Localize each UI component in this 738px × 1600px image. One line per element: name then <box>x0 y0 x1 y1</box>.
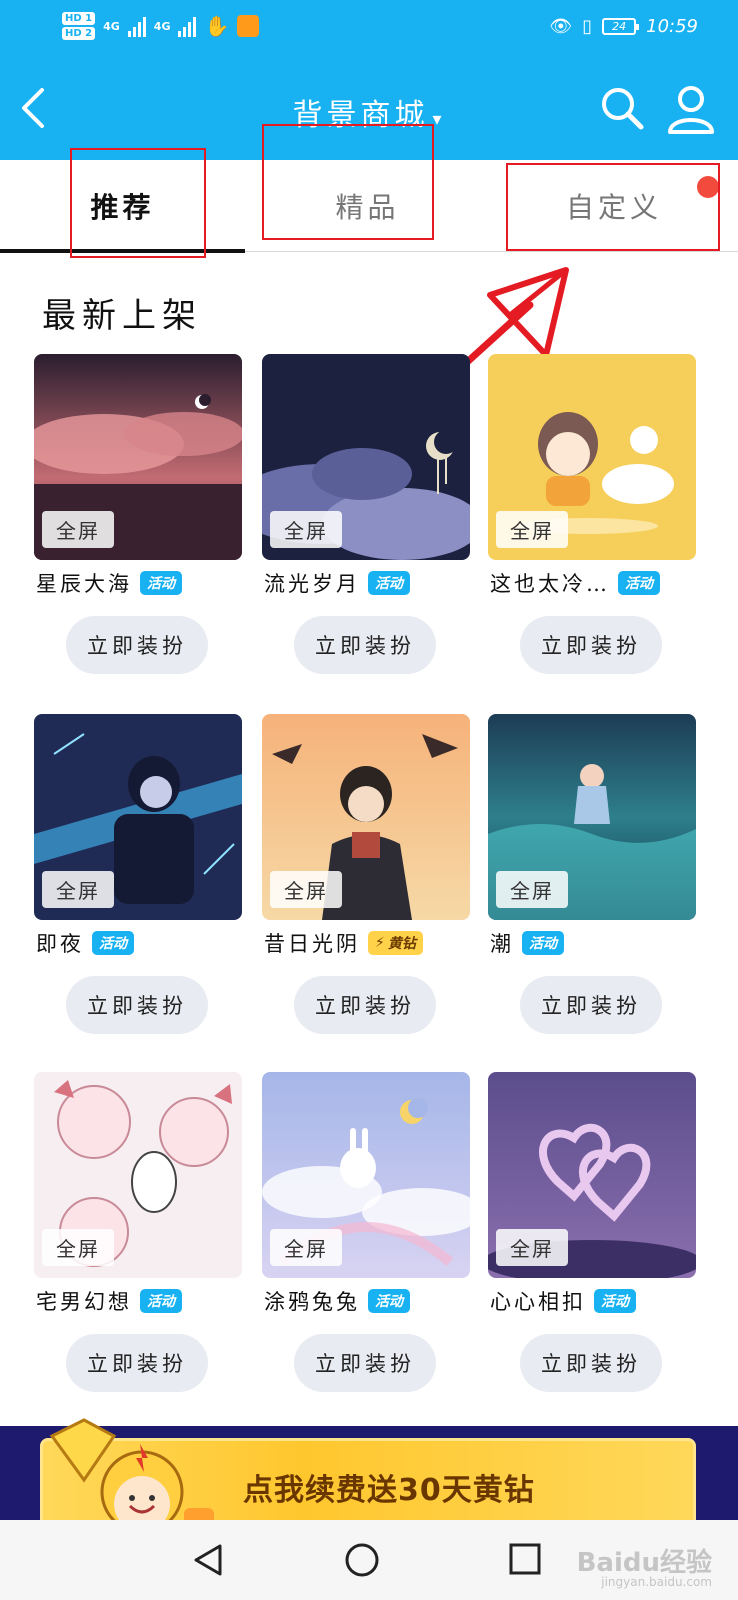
theme-card[interactable]: 全屏 流光岁月 活动 立即装扮 <box>262 354 470 674</box>
theme-meta: 流光岁月 活动 <box>264 568 504 598</box>
home-circle-icon[interactable] <box>344 1542 380 1578</box>
theme-meta: 涂鸦兔兔 活动 <box>264 1286 504 1316</box>
theme-card[interactable]: 全屏 昔日光阴 ⚡ 黄钻 立即装扮 <box>262 714 470 1034</box>
theme-thumbnail[interactable]: 全屏 <box>262 1072 470 1278</box>
theme-name: 涂鸦兔兔 <box>264 1290 360 1314</box>
fullscreen-badge: 全屏 <box>270 1229 342 1266</box>
fullscreen-badge: 全屏 <box>42 871 114 908</box>
activity-tag: 活动 <box>92 931 134 955</box>
theme-card[interactable]: 全屏 涂鸦兔兔 活动 立即装扮 <box>262 1072 470 1392</box>
baidu-watermark: Baidu经验 jingyan.baidu.com <box>577 1542 712 1589</box>
hand-icon: ✋ <box>204 14 230 38</box>
theme-thumbnail[interactable]: 全屏 <box>262 714 470 920</box>
activity-tag: 活动 <box>140 571 182 595</box>
theme-name: 流光岁月 <box>264 572 360 596</box>
annotation-box-recommend <box>70 148 206 258</box>
status-bar: HD 1 HD 2 4G 4G ✋ 👁 ▯ 24 10:59 <box>0 0 738 60</box>
theme-thumbnail[interactable]: 全屏 <box>262 354 470 560</box>
activity-tag: 活动 <box>140 1289 182 1313</box>
gold-diamond-label: 黄钻 <box>387 936 416 952</box>
battery-level: 24 <box>612 20 627 33</box>
theme-thumbnail[interactable]: 全屏 <box>34 354 242 560</box>
theme-thumbnail[interactable]: 全屏 <box>34 714 242 920</box>
activity-tag: 活动 <box>368 1289 410 1313</box>
section-title: 最新上架 <box>42 296 202 336</box>
eye-icon: 👁 <box>549 16 573 37</box>
theme-name: 星辰大海 <box>36 572 132 596</box>
theme-meta: 宅男幻想 活动 <box>36 1286 276 1316</box>
dress-up-button[interactable]: 立即装扮 <box>66 976 208 1034</box>
fullscreen-badge: 全屏 <box>496 871 568 908</box>
theme-name: 即夜 <box>36 932 84 956</box>
signal-icon <box>127 15 146 37</box>
theme-thumbnail[interactable]: 全屏 <box>488 714 696 920</box>
activity-tag: 活动 <box>618 571 660 595</box>
theme-meta: 昔日光阴 ⚡ 黄钻 <box>264 928 504 958</box>
status-right: 👁 ▯ 24 10:59 <box>549 16 698 37</box>
fullscreen-badge: 全屏 <box>270 511 342 548</box>
activity-tag: 活动 <box>594 1289 636 1313</box>
dress-up-button[interactable]: 立即装扮 <box>520 1334 662 1392</box>
theme-meta: 这也太冷… 活动 <box>490 568 730 598</box>
fullscreen-badge: 全屏 <box>496 511 568 548</box>
chevron-down-icon: ▾ <box>432 109 446 130</box>
dress-up-button[interactable]: 立即装扮 <box>294 976 436 1034</box>
theme-card[interactable]: 全屏 星辰大海 活动 立即装扮 <box>34 354 242 674</box>
activity-tag: 活动 <box>368 571 410 595</box>
battery-icon: 24 <box>602 18 640 35</box>
fullscreen-badge: 全屏 <box>496 1229 568 1266</box>
theme-thumbnail[interactable]: 全屏 <box>488 354 696 560</box>
dress-up-button[interactable]: 立即装扮 <box>294 1334 436 1392</box>
dress-up-button[interactable]: 立即装扮 <box>520 976 662 1034</box>
theme-card[interactable]: 全屏 潮 活动 立即装扮 <box>488 714 696 1034</box>
watermark-brand: Baidu经验 <box>576 1548 712 1578</box>
dress-up-button[interactable]: 立即装扮 <box>520 616 662 674</box>
fullscreen-badge: 全屏 <box>42 511 114 548</box>
dress-up-button[interactable]: 立即装扮 <box>66 1334 208 1392</box>
theme-name: 这也太冷… <box>490 572 610 596</box>
theme-thumbnail[interactable]: 全屏 <box>34 1072 242 1278</box>
theme-card[interactable]: 全屏 即夜 活动 立即装扮 <box>34 714 242 1034</box>
theme-name: 昔日光阴 <box>264 932 360 956</box>
theme-thumbnail[interactable]: 全屏 <box>488 1072 696 1278</box>
network-label-1: 4G <box>103 19 120 33</box>
banner-text: 点我续费送30天黄钻 <box>243 1473 535 1508</box>
theme-meta: 潮 活动 <box>490 928 730 958</box>
theme-card[interactable]: 全屏 宅男幻想 活动 立即装扮 <box>34 1072 242 1392</box>
theme-card[interactable]: 全屏 这也太冷… 活动 立即装扮 <box>488 354 696 674</box>
user-icon[interactable] <box>664 82 718 136</box>
fullscreen-badge: 全屏 <box>42 1229 114 1266</box>
lightning-icon: ⚡ <box>375 935 385 951</box>
annotation-box-premium <box>262 124 434 240</box>
fullscreen-badge: 全屏 <box>270 871 342 908</box>
status-left: HD 1 HD 2 4G 4G ✋ <box>62 12 260 40</box>
annotation-box-custom <box>506 163 720 251</box>
hd2-label: HD 2 <box>62 27 96 40</box>
app-badge-icon <box>237 15 260 37</box>
network-label-2: 4G <box>153 19 171 33</box>
signal-icon-2 <box>178 15 197 37</box>
vibrate-icon: ▯ <box>582 16 593 37</box>
theme-name: 心心相扣 <box>490 1290 586 1314</box>
back-triangle-icon[interactable] <box>190 1542 226 1578</box>
theme-name: 宅男幻想 <box>36 1290 132 1314</box>
hd-indicators: HD 1 HD 2 <box>62 12 96 40</box>
clock: 10:59 <box>646 16 698 37</box>
theme-meta: 心心相扣 活动 <box>490 1286 730 1316</box>
dress-up-button[interactable]: 立即装扮 <box>294 616 436 674</box>
theme-meta: 星辰大海 活动 <box>36 568 276 598</box>
theme-name: 潮 <box>490 932 514 956</box>
theme-card[interactable]: 全屏 心心相扣 活动 立即装扮 <box>488 1072 696 1392</box>
gold-diamond-tag: ⚡ 黄钻 <box>368 931 423 955</box>
hd1-label: HD 1 <box>62 12 96 25</box>
activity-tag: 活动 <box>522 931 564 955</box>
recents-square-icon[interactable] <box>508 1542 542 1576</box>
search-icon[interactable] <box>598 84 646 132</box>
dress-up-button[interactable]: 立即装扮 <box>66 616 208 674</box>
theme-meta: 即夜 活动 <box>36 928 276 958</box>
